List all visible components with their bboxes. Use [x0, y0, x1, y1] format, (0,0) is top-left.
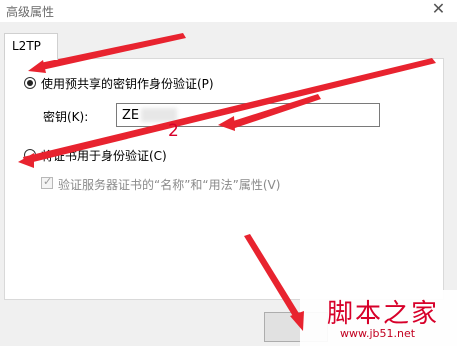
arrow-head-certificate [18, 153, 34, 168]
annotation-number-2: 2 [168, 121, 179, 141]
tab-label: L2TP [12, 39, 41, 53]
arrow-to-ok-button [244, 234, 300, 318]
tab-l2tp[interactable]: L2TP [4, 33, 58, 60]
arrow-to-certificate-option [23, 58, 436, 164]
annotation-arrows [18, 33, 436, 331]
arrow-head-key-field [218, 116, 235, 131]
arrow-to-preshared-option [40, 33, 186, 70]
